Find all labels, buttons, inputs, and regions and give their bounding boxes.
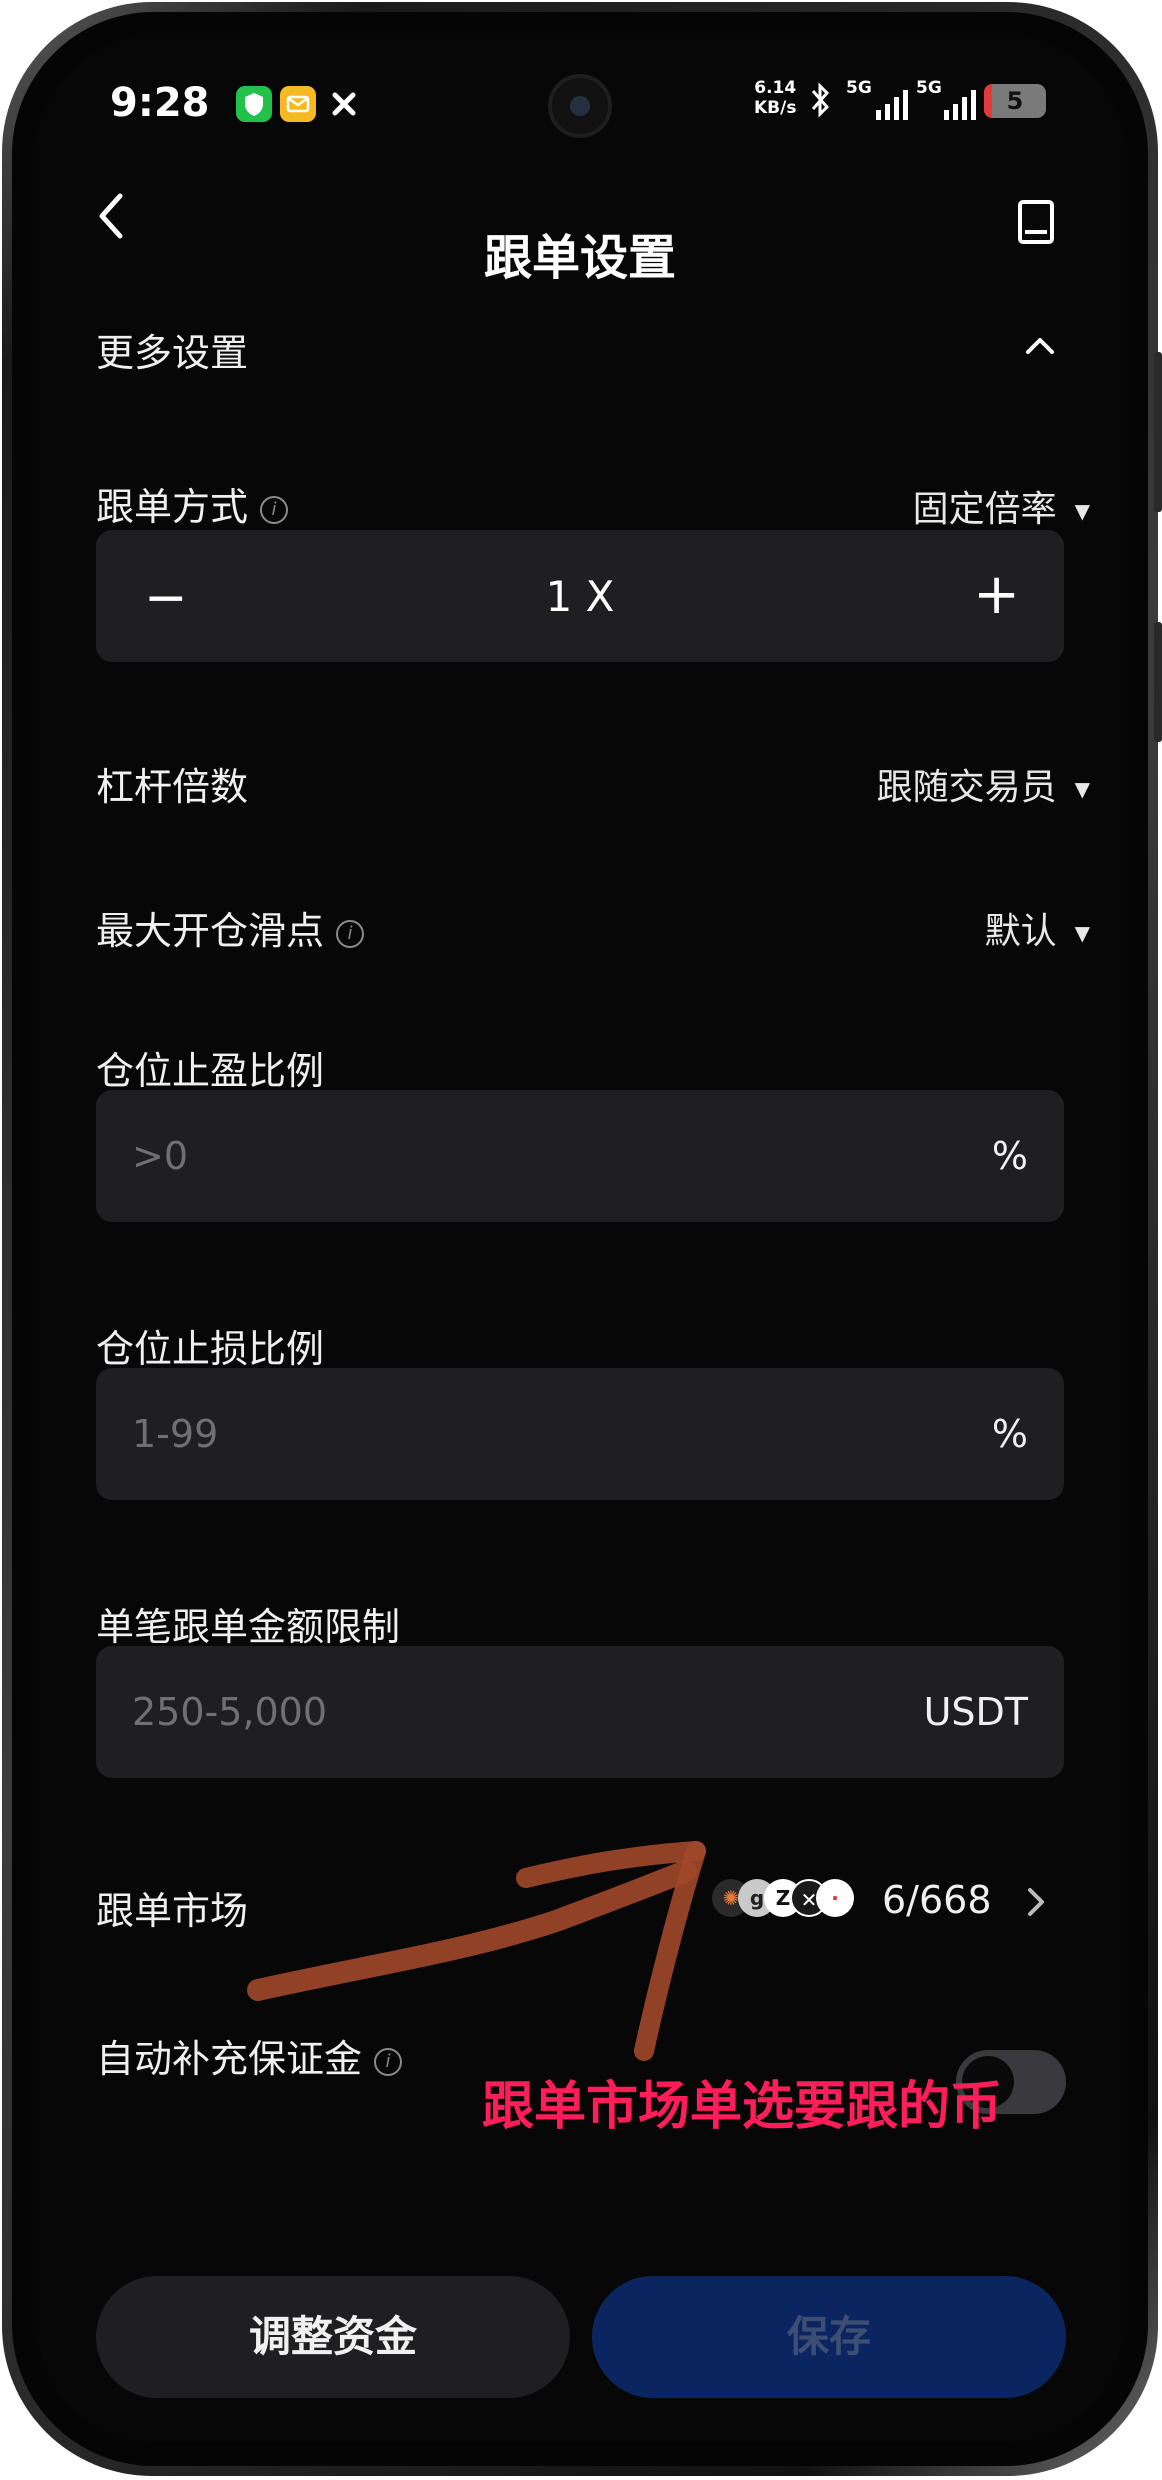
volume-button <box>1154 352 1162 512</box>
save-button[interactable]: 保存 <box>592 2276 1066 2398</box>
auto-margin-row: 自动补充保证金 i <box>96 2028 403 2083</box>
power-button <box>1154 622 1162 742</box>
adjust-funds-button[interactable]: 调整资金 <box>96 2276 570 2398</box>
screen: 9:28 6.14 KB/s 5G 5G 5 跟单设置 更多设置 跟单方式 i … <box>36 36 1124 2442</box>
auto-margin-label: 自动补充保证金 <box>96 2037 363 2081</box>
annotation-text: 跟单市场单选要跟的币 <box>482 2077 1003 2137</box>
phone-frame: 9:28 6.14 KB/s 5G 5G 5 跟单设置 更多设置 跟单方式 i … <box>2 2 1162 2476</box>
info-icon[interactable]: i <box>374 2047 403 2076</box>
